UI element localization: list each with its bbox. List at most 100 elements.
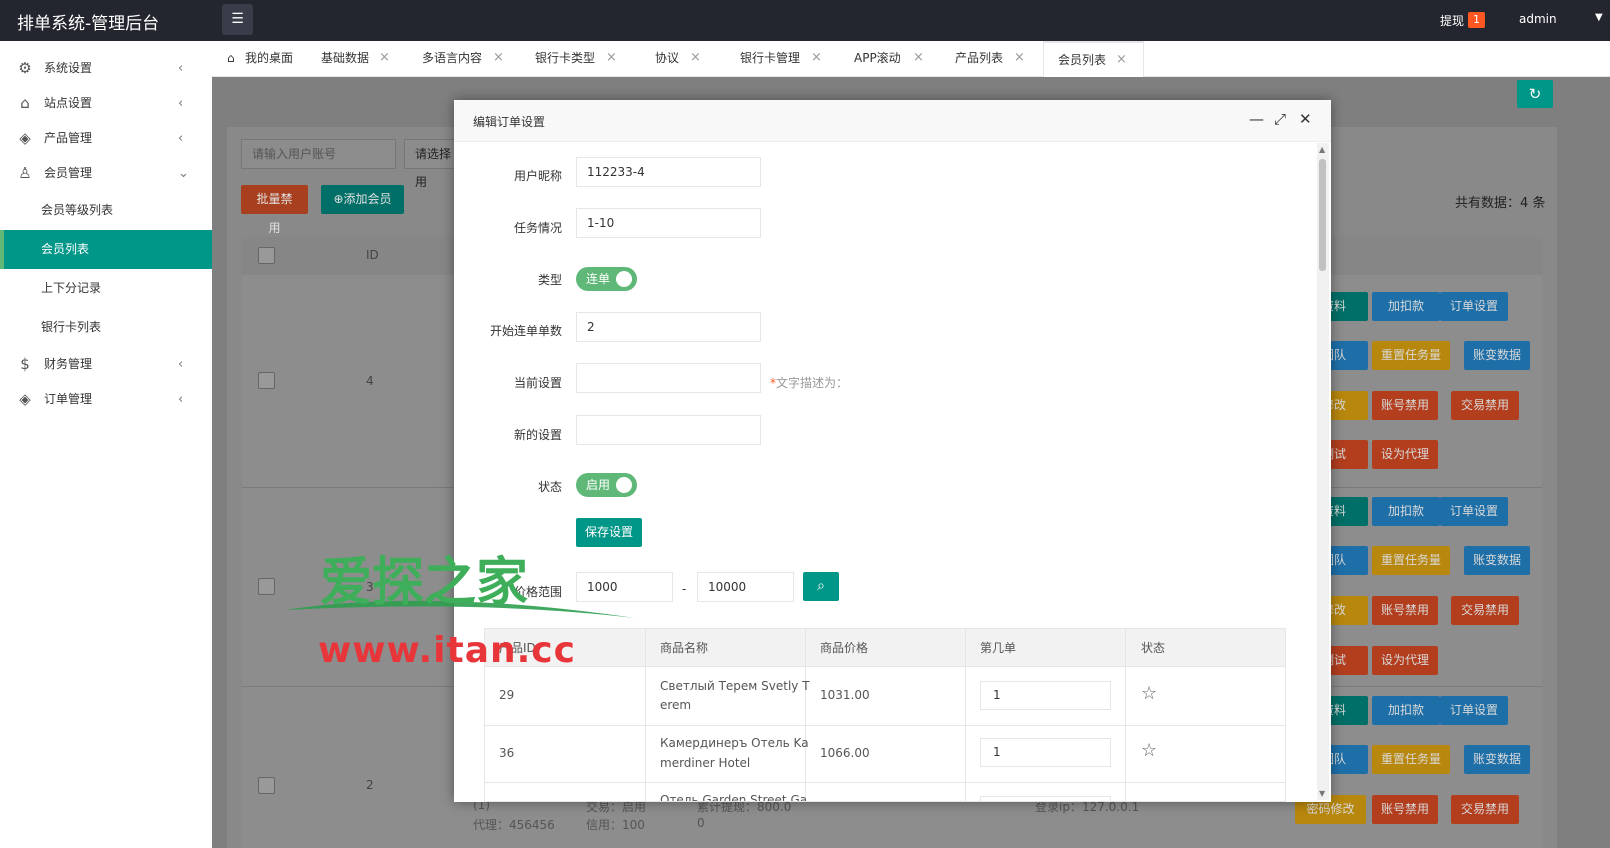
new-setting-input[interactable]	[576, 415, 761, 445]
header-status: 状态	[1141, 641, 1166, 655]
chevron-left-icon: ‹	[178, 96, 184, 111]
account-ban-button[interactable]: 账号禁用	[1372, 391, 1438, 420]
select-all-checkbox[interactable]	[258, 247, 275, 264]
tab-agreement[interactable]: 协议 ×	[655, 41, 715, 77]
account-ban-button[interactable]: 账号禁用	[1372, 795, 1438, 824]
reset-tasks-button[interactable]: 重置任务量	[1372, 546, 1450, 575]
balance-log-button[interactable]: 账变数据	[1464, 341, 1530, 370]
add-member-button[interactable]: ⊕添加会员	[321, 185, 404, 214]
close-icon[interactable]: ×	[690, 41, 701, 75]
set-agent-button[interactable]: 设为代理	[1372, 646, 1438, 675]
type-label: 类型	[537, 273, 562, 287]
star-icon[interactable]: ☆	[1141, 740, 1157, 761]
sidebar-item-label: 产品管理	[44, 131, 93, 145]
tab-desktop[interactable]: ⌂ 我的桌面	[227, 41, 315, 77]
caret-down-icon[interactable]: ▼	[1595, 12, 1603, 23]
product-name: merdiner Hotel	[660, 756, 751, 770]
withdraw-badge: 1	[1468, 12, 1485, 28]
trade-ban-button[interactable]: 交易禁用	[1451, 795, 1519, 824]
close-icon[interactable]: ×	[811, 41, 822, 75]
user-select[interactable]: 请选择用	[404, 139, 459, 189]
cube-icon: ◈	[19, 390, 31, 408]
tab-member-list[interactable]: 会员列表 ×	[1043, 41, 1144, 77]
nickname-input[interactable]: 112233-4	[576, 157, 761, 187]
order-index-input[interactable]: 1	[980, 738, 1111, 767]
sidebar-item-label: 财务管理	[44, 357, 93, 371]
row-checkbox[interactable]	[258, 578, 275, 595]
sidebar-item-orders[interactable]: ◈ 订单管理 ‹	[0, 382, 212, 417]
start-count-input[interactable]: 2	[576, 312, 761, 342]
reset-tasks-button[interactable]: 重置任务量	[1372, 745, 1450, 774]
tab-label: APP滚动	[854, 51, 901, 65]
balance-log-button[interactable]: 账变数据	[1464, 546, 1530, 575]
current-setting-input[interactable]	[576, 363, 761, 393]
sidebar-subitem-bank-cards[interactable]: 银行卡列表	[0, 308, 212, 347]
account-search-input[interactable]: 请输入用户账号	[241, 139, 396, 169]
trade-ban-button[interactable]: 交易禁用	[1451, 596, 1519, 625]
tab-multilang[interactable]: 多语言内容 ×	[422, 41, 517, 77]
row-divider	[485, 725, 1285, 726]
sidebar-item-finance[interactable]: $ 财务管理 ‹	[0, 347, 212, 382]
minimize-icon[interactable]: —	[1249, 110, 1264, 128]
order-settings-button[interactable]: 订单设置	[1440, 292, 1508, 321]
menu-toggle-button[interactable]: ☰	[222, 4, 253, 35]
adjust-balance-button[interactable]: 加扣款	[1372, 696, 1440, 725]
close-icon[interactable]: ×	[1116, 43, 1127, 77]
close-icon[interactable]: ×	[379, 41, 390, 75]
save-settings-button[interactable]: 保存设置	[576, 518, 642, 547]
type-switch[interactable]: 连单	[576, 267, 637, 291]
reset-tasks-button[interactable]: 重置任务量	[1372, 341, 1450, 370]
user-menu[interactable]: admin	[1519, 12, 1557, 26]
product-name: Отель Garden Street Ga	[660, 793, 808, 802]
sidebar-item-system-settings[interactable]: ⚙ 系统设置 ‹	[0, 51, 212, 86]
withdraw-link[interactable]: 提现	[1440, 12, 1464, 29]
sidebar-item-members[interactable]: ♙ 会员管理 ⌄	[0, 156, 212, 191]
set-agent-button[interactable]: 设为代理	[1372, 440, 1438, 469]
close-icon[interactable]: ×	[493, 41, 504, 75]
trade-ban-button[interactable]: 交易禁用	[1451, 391, 1519, 420]
batch-ban-button[interactable]: 批量禁用	[241, 185, 308, 235]
refresh-button[interactable]: ↻	[1517, 80, 1553, 108]
adjust-balance-button[interactable]: 加扣款	[1372, 292, 1440, 321]
tab-product-list[interactable]: 产品列表 ×	[955, 41, 1045, 77]
close-icon[interactable]: ×	[913, 41, 924, 75]
sidebar-subitem-member-list[interactable]: 会员列表	[0, 230, 212, 269]
status-label: 状态	[537, 480, 562, 494]
scroll-up-icon[interactable]: ▲	[1319, 145, 1325, 154]
star-icon[interactable]: ☆	[1141, 683, 1157, 704]
account-ban-button[interactable]: 账号禁用	[1372, 596, 1438, 625]
row-checkbox[interactable]	[258, 372, 275, 389]
order-settings-button[interactable]: 订单设置	[1440, 696, 1508, 725]
sidebar-subitem-balance-records[interactable]: 上下分记录	[0, 269, 212, 308]
tab-bank-card-management[interactable]: 银行卡管理 ×	[740, 41, 835, 77]
order-index-input[interactable]: 1	[980, 681, 1111, 710]
new-setting-label: 新的设置	[513, 428, 562, 442]
range-separator: -	[682, 582, 687, 596]
price-max-input[interactable]: 10000	[697, 572, 794, 602]
row-checkbox[interactable]	[258, 777, 275, 794]
scrollbar-thumb[interactable]	[1319, 159, 1326, 271]
tab-basic-data[interactable]: 基础数据 ×	[321, 41, 401, 77]
status-switch[interactable]: 启用	[576, 473, 637, 497]
modal-scrollbar[interactable]: ▲ ▼	[1317, 143, 1329, 800]
add-member-label: 添加会员	[343, 192, 392, 206]
balance-log-button[interactable]: 账变数据	[1464, 745, 1530, 774]
column-divider	[965, 629, 966, 801]
order-settings-button[interactable]: 订单设置	[1440, 497, 1508, 526]
tab-label: 银行卡类型	[535, 51, 596, 65]
scroll-down-icon[interactable]: ▼	[1319, 789, 1325, 798]
order-index-input[interactable]	[980, 796, 1111, 801]
close-icon[interactable]: ×	[606, 41, 617, 75]
sidebar-subitem-member-levels[interactable]: 会员等级列表	[0, 191, 212, 230]
sidebar-item-site-settings[interactable]: ⌂ 站点设置 ‹	[0, 86, 212, 121]
tab-bank-card-type[interactable]: 银行卡类型 ×	[535, 41, 630, 77]
maximize-icon[interactable]: ⤢	[1274, 110, 1286, 128]
close-icon[interactable]: ×	[1014, 41, 1025, 75]
tab-app-scroll[interactable]: APP滚动 ×	[854, 41, 944, 77]
close-icon[interactable]: ✕	[1299, 110, 1312, 128]
task-input[interactable]: 1-10	[576, 208, 761, 238]
sidebar-item-products[interactable]: ◈ 产品管理 ‹	[0, 121, 212, 156]
task-label: 任务情况	[513, 221, 562, 235]
search-button[interactable]: ⌕	[803, 572, 839, 601]
adjust-balance-button[interactable]: 加扣款	[1372, 497, 1440, 526]
